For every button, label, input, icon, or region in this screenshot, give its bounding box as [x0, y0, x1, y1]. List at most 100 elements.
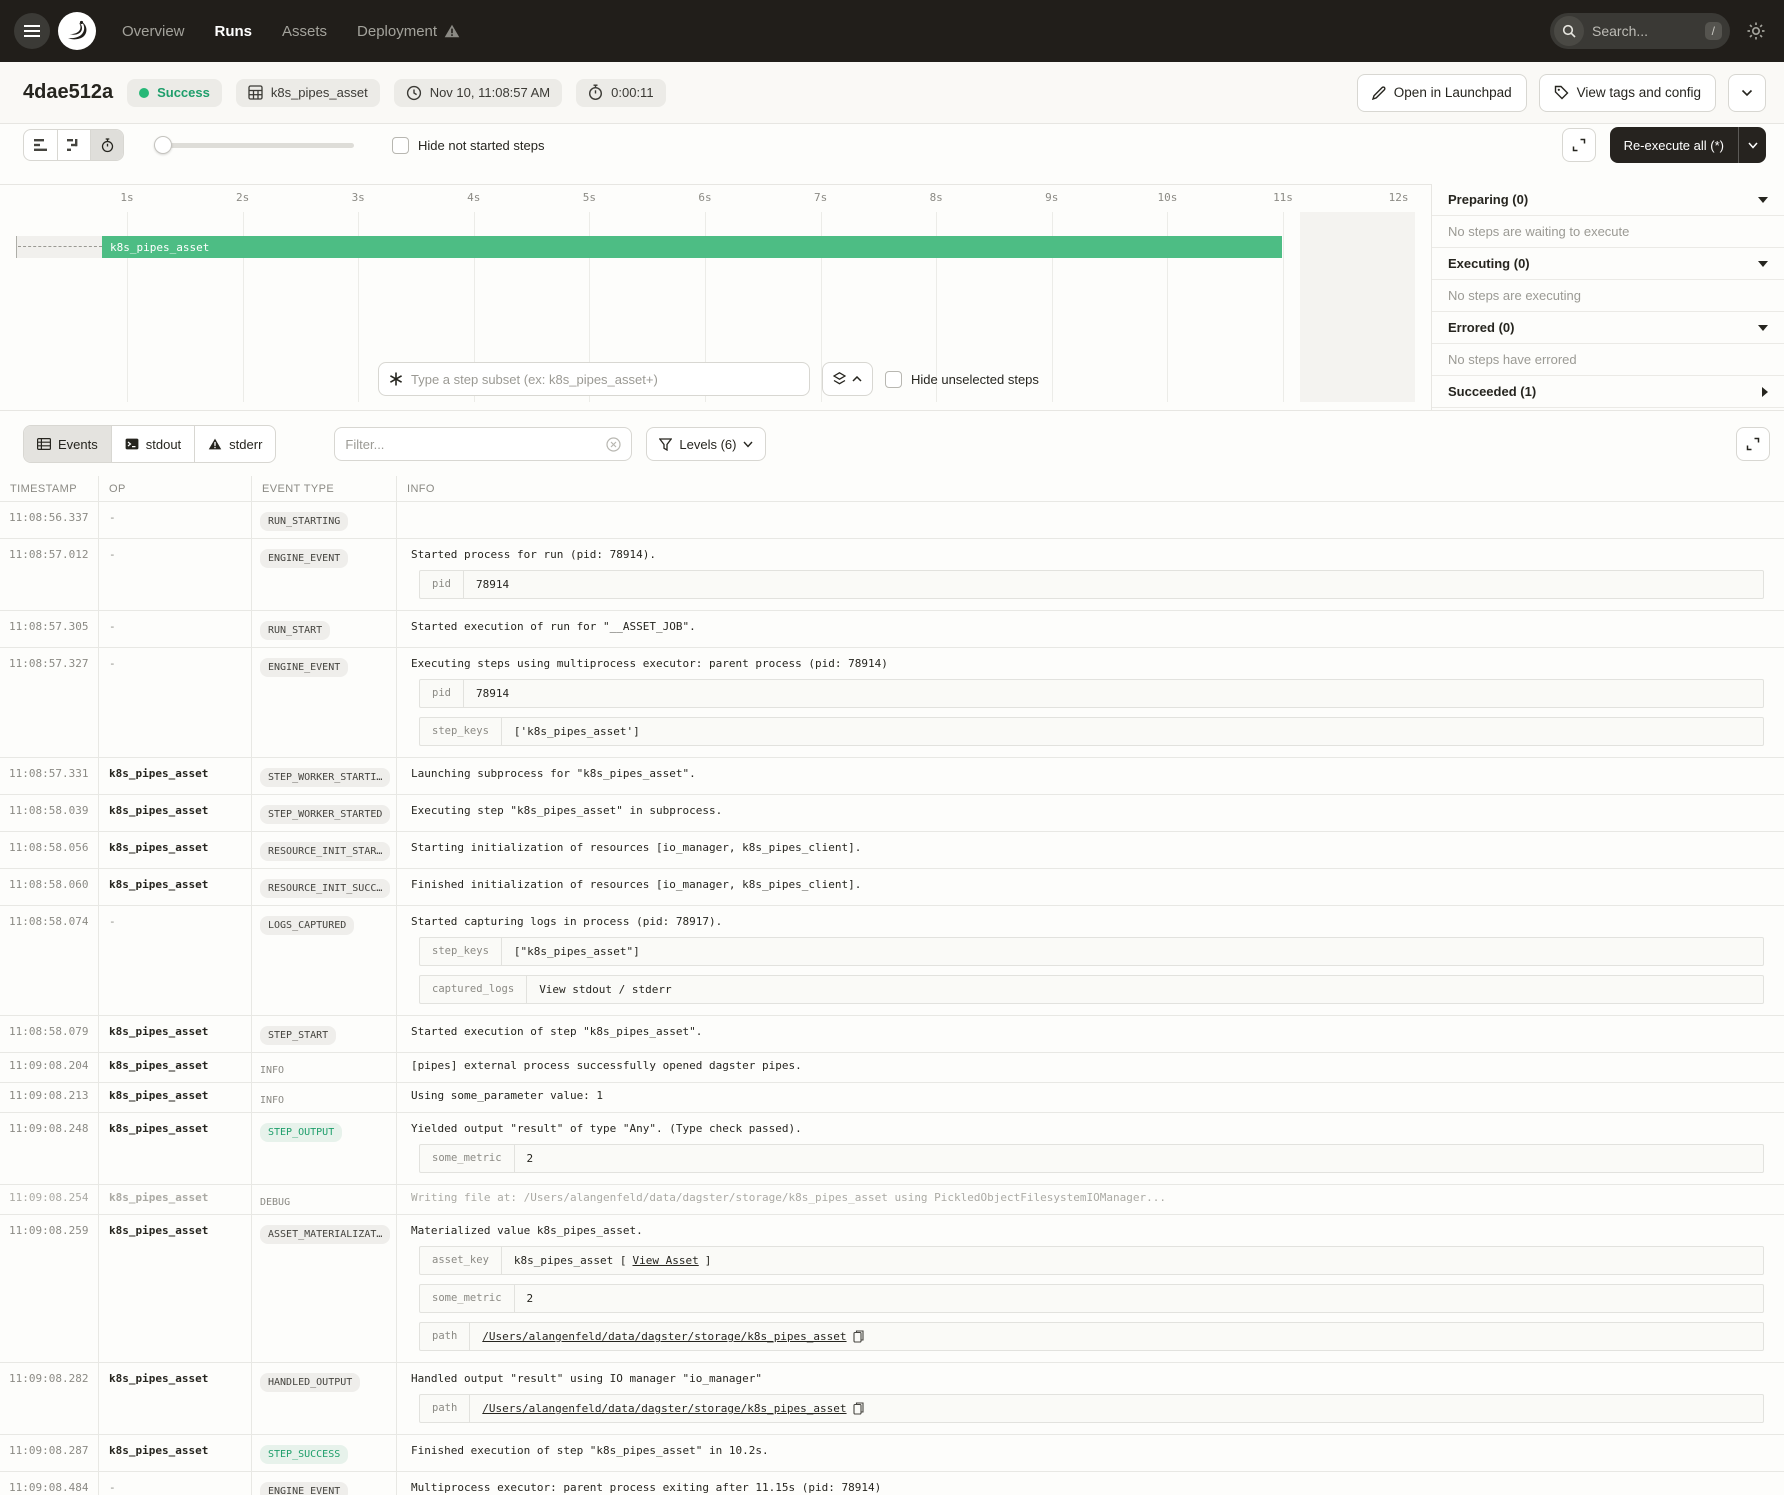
panel-section-preparing[interactable]: Preparing (0) — [1432, 184, 1784, 216]
event-op[interactable]: k8s_pipes_asset — [98, 1185, 251, 1214]
gantt-zoom-slider[interactable] — [154, 136, 354, 154]
tab-stdout[interactable]: stdout — [111, 426, 194, 462]
event-op[interactable]: k8s_pipes_asset — [98, 869, 251, 905]
view-tags-config-button[interactable]: View tags and config — [1539, 74, 1716, 112]
copy-icon[interactable] — [853, 1330, 864, 1343]
nav-item-overview[interactable]: Overview — [122, 23, 185, 40]
event-row[interactable]: 11:08:56.337-RUN_STARTING — [0, 501, 1784, 538]
metadata-text: ["k8s_pipes_asset"] — [514, 945, 640, 958]
run-duration-badge: 0:00:11 — [576, 79, 665, 107]
event-type: ENGINE_EVENT — [251, 648, 396, 757]
gantt-step-bar[interactable]: k8s_pipes_asset — [102, 236, 1282, 258]
event-row[interactable]: 11:08:57.327-ENGINE_EVENTExecuting steps… — [0, 647, 1784, 757]
table-icon — [37, 438, 51, 450]
log-filter-input[interactable]: Filter... — [334, 427, 632, 461]
nav-item-deployment[interactable]: Deployment — [357, 23, 460, 40]
event-message: Started process for run (pid: 78914). — [411, 548, 1770, 561]
hide-not-started-checkbox-row[interactable]: Hide not started steps — [392, 137, 544, 154]
collapse-layers-button[interactable] — [822, 362, 873, 396]
event-timestamp: 11:08:58.079 — [0, 1016, 98, 1052]
event-row[interactable]: 11:09:08.213k8s_pipes_assetINFOUsing som… — [0, 1082, 1784, 1112]
search-input[interactable]: Search... / — [1550, 13, 1730, 49]
slider-track[interactable] — [154, 143, 354, 148]
event-row[interactable]: 11:08:57.331k8s_pipes_assetSTEP_WORKER_S… — [0, 757, 1784, 794]
run-header-more-button[interactable] — [1728, 74, 1766, 112]
run-id: 4dae512a — [23, 81, 113, 104]
event-op[interactable]: k8s_pipes_asset — [98, 1053, 251, 1082]
event-op[interactable]: k8s_pipes_asset — [98, 795, 251, 831]
event-op[interactable]: k8s_pipes_asset — [98, 758, 251, 794]
clear-filter-icon[interactable] — [606, 437, 621, 452]
event-op[interactable]: k8s_pipes_asset — [98, 1363, 251, 1434]
event-op[interactable]: k8s_pipes_asset — [98, 832, 251, 868]
tab-stderr[interactable]: stderr — [194, 426, 275, 462]
event-message: Launching subprocess for "k8s_pipes_asse… — [411, 767, 1770, 780]
gantt-fullscreen-button[interactable] — [1562, 128, 1596, 162]
gantt-tick-label: 2s — [236, 191, 249, 204]
job-name-badge[interactable]: k8s_pipes_asset — [236, 79, 380, 107]
gantt-view-timed-button[interactable] — [90, 130, 123, 160]
tab-label: stdout — [146, 437, 181, 452]
event-timestamp: 11:09:08.282 — [0, 1363, 98, 1434]
metadata-value: /Users/alangenfeld/data/dagster/storage/… — [470, 1395, 1763, 1422]
event-row[interactable]: 11:09:08.259k8s_pipes_assetASSET_MATERIA… — [0, 1214, 1784, 1362]
nav-item-runs[interactable]: Runs — [215, 23, 253, 40]
metadata-link[interactable]: /Users/alangenfeld/data/dagster/storage/… — [482, 1330, 846, 1343]
metadata-text: 2 — [527, 1292, 534, 1305]
open-in-launchpad-button[interactable]: Open in Launchpad — [1357, 74, 1527, 112]
hide-not-started-checkbox[interactable] — [392, 137, 409, 154]
metadata-key: captured_logs — [420, 976, 527, 1003]
gantt-view-waterfall-button[interactable] — [57, 130, 90, 160]
levels-filter-button[interactable]: Levels (6) — [646, 427, 766, 461]
slider-handle[interactable] — [154, 136, 172, 154]
event-timestamp: 11:08:56.337 — [0, 502, 98, 538]
event-row[interactable]: 11:09:08.484-ENGINE_EVENTMultiprocess ex… — [0, 1471, 1784, 1495]
event-row[interactable]: 11:09:08.287k8s_pipes_assetSTEP_SUCCESSF… — [0, 1434, 1784, 1471]
copy-icon[interactable] — [853, 1402, 864, 1415]
settings-button[interactable] — [1746, 21, 1766, 41]
event-op[interactable]: k8s_pipes_asset — [98, 1215, 251, 1362]
event-row[interactable]: 11:09:08.254k8s_pipes_assetDEBUGWriting … — [0, 1184, 1784, 1214]
dagster-logo[interactable] — [58, 12, 96, 50]
event-type: ASSET_MATERIALIZAT… — [251, 1215, 396, 1362]
event-type: INFO — [251, 1053, 396, 1082]
event-type-pill: ENGINE_EVENT — [260, 658, 348, 677]
panel-section-executing[interactable]: Executing (0) — [1432, 248, 1784, 280]
hide-unselected-checkbox-row[interactable]: Hide unselected steps — [885, 371, 1039, 388]
metadata-link[interactable]: View Asset — [633, 1254, 699, 1267]
event-row[interactable]: 11:09:08.282k8s_pipes_assetHANDLED_OUTPU… — [0, 1362, 1784, 1434]
event-message: Started execution of step "k8s_pipes_ass… — [411, 1025, 1770, 1038]
event-row[interactable]: 11:09:08.204k8s_pipes_assetINFO[pipes] e… — [0, 1052, 1784, 1082]
event-message: Finished execution of step "k8s_pipes_as… — [411, 1444, 1770, 1457]
event-info: Started execution of run for "__ASSET_JO… — [396, 611, 1784, 647]
status-dot-icon — [139, 88, 149, 98]
hamburger-menu-button[interactable] — [14, 13, 50, 49]
panel-section-errored[interactable]: Errored (0) — [1432, 312, 1784, 344]
event-op[interactable]: k8s_pipes_asset — [98, 1113, 251, 1184]
tab-events[interactable]: Events — [24, 426, 111, 462]
events-fullscreen-button[interactable] — [1736, 427, 1770, 461]
event-row[interactable]: 11:08:58.079k8s_pipes_assetSTEP_STARTSta… — [0, 1015, 1784, 1052]
hide-unselected-checkbox[interactable] — [885, 371, 902, 388]
event-row[interactable]: 11:08:57.012-ENGINE_EVENTStarted process… — [0, 538, 1784, 610]
reexecute-options-button[interactable] — [1738, 127, 1766, 163]
event-op[interactable]: k8s_pipes_asset — [98, 1016, 251, 1052]
event-op[interactable]: k8s_pipes_asset — [98, 1435, 251, 1471]
event-row[interactable]: 11:08:58.039k8s_pipes_assetSTEP_WORKER_S… — [0, 794, 1784, 831]
metadata-key: some_metric — [420, 1285, 515, 1312]
event-row[interactable]: 11:08:58.074-LOGS_CAPTUREDStarted captur… — [0, 905, 1784, 1015]
gantt-view-flat-button[interactable] — [24, 130, 57, 160]
event-row[interactable]: 11:09:08.248k8s_pipes_assetSTEP_OUTPUTYi… — [0, 1112, 1784, 1184]
event-info: Starting initialization of resources [io… — [396, 832, 1784, 868]
panel-section-succeeded[interactable]: Succeeded (1) — [1432, 376, 1784, 408]
event-row[interactable]: 11:08:57.305-RUN_STARTStarted execution … — [0, 610, 1784, 647]
reexecute-all-button[interactable]: Re-execute all (*) — [1610, 127, 1738, 163]
nav-item-assets[interactable]: Assets — [282, 23, 327, 40]
metadata-link[interactable]: /Users/alangenfeld/data/dagster/storage/… — [482, 1402, 846, 1415]
step-subset-input[interactable]: Type a step subset (ex: k8s_pipes_asset+… — [378, 362, 810, 396]
terminal-icon — [125, 438, 139, 450]
event-row[interactable]: 11:08:58.056k8s_pipes_assetRESOURCE_INIT… — [0, 831, 1784, 868]
event-row[interactable]: 11:08:58.060k8s_pipes_assetRESOURCE_INIT… — [0, 868, 1784, 905]
event-op[interactable]: k8s_pipes_asset — [98, 1083, 251, 1112]
metadata-link[interactable]: View stdout / stderr — [539, 983, 671, 996]
